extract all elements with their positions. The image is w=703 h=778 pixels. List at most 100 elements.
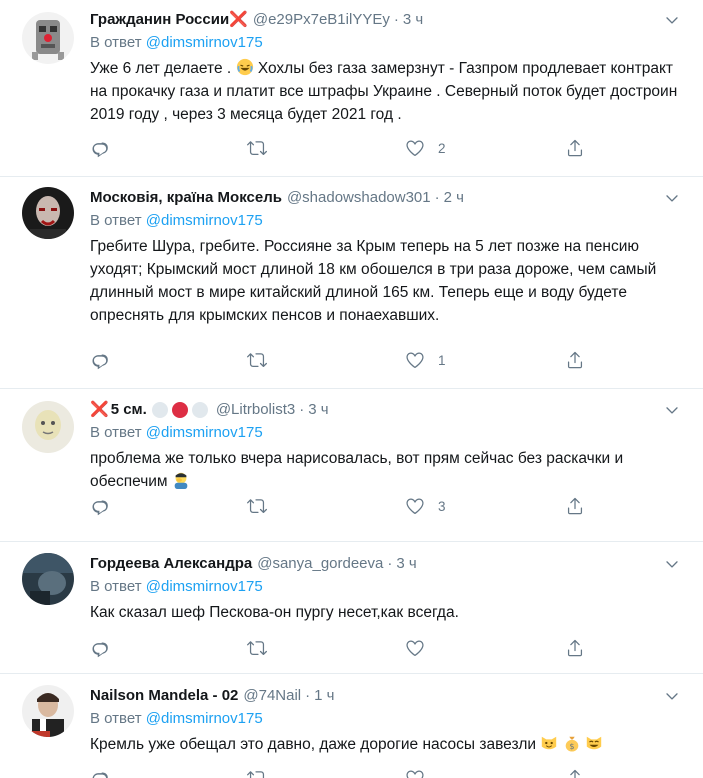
retweet-icon (247, 138, 267, 158)
separator-dot: · (393, 11, 399, 28)
separator-dot: · (387, 555, 393, 572)
tweet[interactable]: Гордеева Александра @sanya_gordeeva · 3 … (0, 542, 703, 674)
avatar[interactable] (22, 553, 74, 605)
share-button[interactable] (565, 494, 585, 518)
share-button[interactable] (565, 766, 585, 778)
reply-icon (90, 138, 110, 158)
cross-mark-emoji: ❌ (90, 401, 109, 418)
timestamp[interactable]: 1 ч (314, 685, 334, 707)
reply-icon (90, 496, 110, 516)
display-name[interactable]: Nailson Mandela - 02 (90, 685, 238, 707)
grinning-cat-emoji (586, 736, 602, 750)
share-icon (565, 350, 585, 370)
tweet-header: Московія, країна Моксель @shadowshadow30… (90, 187, 681, 209)
reply-button[interactable] (90, 766, 110, 778)
user-handle[interactable]: @sanya_gordeeva (257, 553, 383, 575)
display-name[interactable]: Московія, країна Моксель (90, 187, 282, 209)
reply-button[interactable] (90, 636, 110, 660)
mention-link[interactable]: @dimsmirnov175 (146, 34, 263, 51)
chevron-down-icon[interactable] (663, 187, 681, 209)
retweet-button[interactable] (247, 636, 267, 660)
retweet-icon (247, 768, 267, 778)
like-button[interactable] (405, 636, 438, 660)
reply-button[interactable] (90, 348, 110, 372)
tweet-actions: 2 (90, 136, 590, 160)
like-button[interactable]: 1 (405, 348, 446, 372)
reply-context: В ответ @dimsmirnov175 (90, 32, 681, 54)
chevron-down-icon[interactable] (663, 9, 681, 31)
tweet-header: ❌ 5 см. @Litrbolist3 · 3 ч (90, 399, 681, 421)
reply-context: В ответ @dimsmirnov175 (90, 422, 681, 444)
separator-dot: · (305, 687, 311, 704)
user-handle[interactable]: @shadowshadow301 (287, 187, 431, 209)
tweet-header: Гражданин России ❌ @e29Px7eB1ilYYEy · 3 ч (90, 9, 681, 31)
share-button[interactable] (565, 136, 585, 160)
heart-icon (405, 496, 425, 516)
reply-icon (90, 768, 110, 778)
heart-icon (405, 768, 425, 778)
chevron-down-icon[interactable] (663, 399, 681, 421)
retweet-button[interactable] (247, 348, 267, 372)
timestamp[interactable]: 3 ч (396, 553, 416, 575)
tweet-actions (90, 766, 590, 778)
tweet[interactable]: Гражданин России ❌ @e29Px7eB1ilYYEy · 3 ч… (0, 0, 703, 177)
heart-icon (405, 350, 425, 370)
tweet-header: Nailson Mandela - 02 @74Nail · 1 ч (90, 685, 681, 707)
avatar[interactable] (22, 12, 74, 64)
mention-link[interactable]: @dimsmirnov175 (146, 578, 263, 595)
display-name[interactable]: 5 см. (111, 399, 147, 421)
display-name[interactable]: Гражданин России (90, 9, 229, 31)
reply-prefix: В ответ (90, 710, 142, 727)
tweet-actions (90, 636, 590, 660)
mention-link[interactable]: @dimsmirnov175 (146, 424, 263, 441)
like-button[interactable] (405, 766, 425, 778)
mention-link[interactable]: @dimsmirnov175 (146, 710, 263, 727)
timestamp[interactable]: 3 ч (308, 399, 328, 421)
avatar[interactable] (22, 685, 74, 737)
tweet-header: Гордеева Александра @sanya_gordeeva · 3 … (90, 553, 681, 575)
reply-icon (90, 638, 110, 658)
like-count: 1 (438, 352, 446, 368)
like-count: 2 (438, 140, 446, 156)
retweet-button[interactable] (247, 766, 267, 778)
mention-link[interactable]: @dimsmirnov175 (146, 212, 263, 229)
user-handle[interactable]: @74Nail (243, 685, 301, 707)
user-handle[interactable]: @Litrbolist3 (216, 399, 295, 421)
tweet[interactable]: Московія, країна Моксель @shadowshadow30… (0, 177, 703, 389)
tweet-text: Гребите Шура, гребите. Россияне за Крым … (90, 238, 657, 324)
name-emojis (151, 402, 208, 418)
share-button[interactable] (565, 348, 585, 372)
chevron-down-icon[interactable] (663, 685, 681, 707)
reply-button[interactable] (90, 494, 110, 518)
reply-context: В ответ @dimsmirnov175 (90, 576, 681, 598)
cat-emoji (542, 736, 557, 750)
retweet-button[interactable] (247, 136, 267, 160)
joy-emoji (236, 58, 253, 76)
reply-icon (90, 350, 110, 370)
like-button[interactable]: 3 (405, 494, 446, 518)
retweet-button[interactable] (247, 494, 267, 518)
avatar[interactable] (22, 401, 74, 453)
tweet-text: Кремль уже обещал это давно, даже дороги… (90, 733, 681, 756)
display-name[interactable]: Гордеева Александра (90, 553, 252, 575)
tweet[interactable]: Nailson Mandela - 02 @74Nail · 1 ч В отв… (0, 674, 703, 778)
separator-dot: · (299, 401, 305, 418)
tweet-text-part: Уже 6 лет делаете . (90, 60, 232, 77)
svg-text:$: $ (569, 741, 574, 751)
avatar[interactable] (22, 187, 74, 239)
tweet-text: Как сказал шеф Пескова-он пургу несет,ка… (90, 604, 459, 621)
chevron-down-icon[interactable] (663, 553, 681, 575)
timestamp[interactable]: 2 ч (444, 187, 464, 209)
separator-dot: · (434, 189, 440, 206)
retweet-icon (247, 638, 267, 658)
reply-prefix: В ответ (90, 578, 142, 595)
reply-button[interactable] (90, 136, 110, 160)
retweet-icon (247, 496, 267, 516)
like-button[interactable]: 2 (405, 136, 446, 160)
reply-prefix: В ответ (90, 212, 142, 229)
user-handle[interactable]: @e29Px7eB1ilYYEy (253, 9, 390, 31)
share-button[interactable] (565, 636, 585, 660)
tweet[interactable]: ❌ 5 см. @Litrbolist3 · 3 ч В ответ @dimsm… (0, 389, 703, 542)
man-facepalming-emoji (174, 472, 188, 489)
timestamp[interactable]: 3 ч (403, 9, 423, 31)
